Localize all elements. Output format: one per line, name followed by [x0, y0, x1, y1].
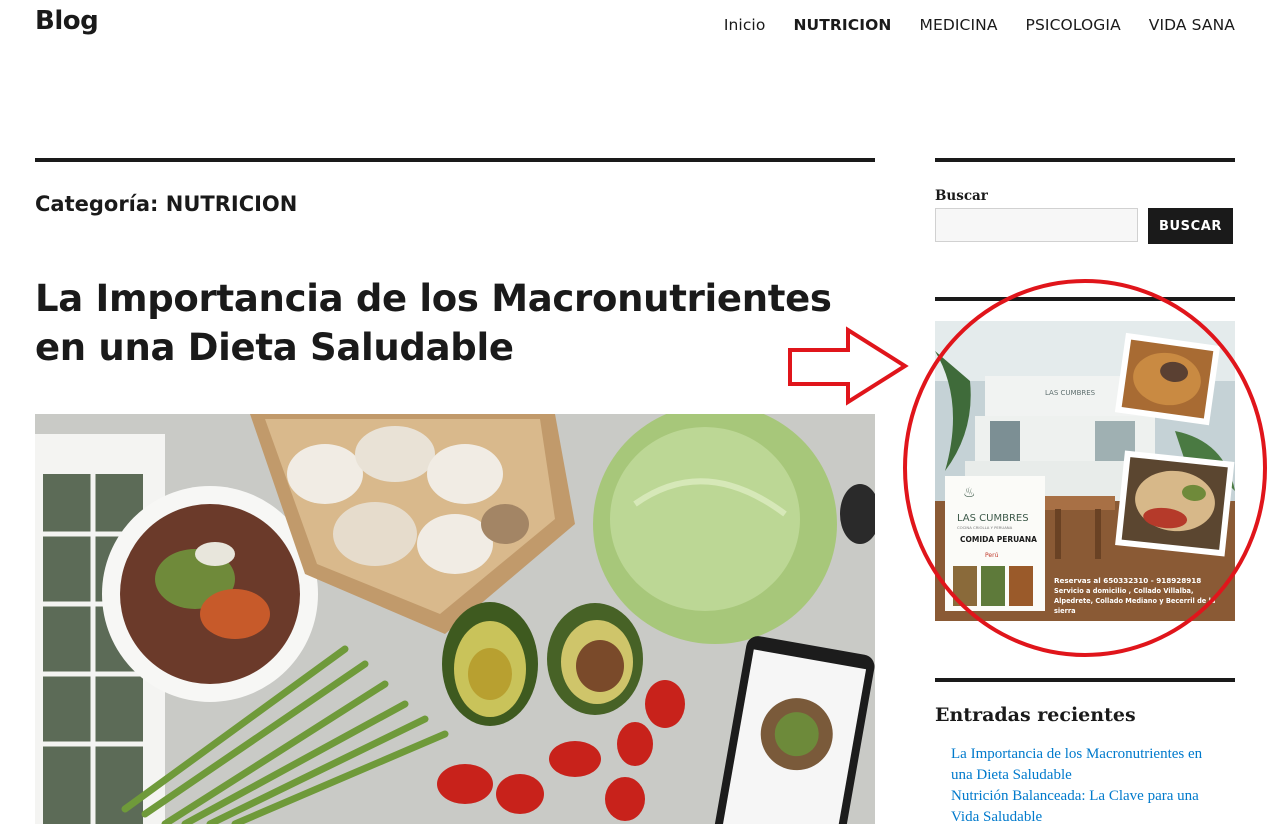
- ad-info-line-3: Alpedrete, Collado Mediano y Becerril de…: [1054, 597, 1215, 605]
- recent-post-item: La Importancia de los Macronutrientes en…: [951, 744, 1235, 786]
- ad-peru-text: Perú: [985, 552, 999, 559]
- recent-post-1-line-1[interactable]: La Importancia de los Macronutrientes en: [951, 746, 1202, 762]
- ad-info-line-4: sierra: [1054, 607, 1076, 615]
- widget-rule-recent: [935, 678, 1235, 682]
- main-content: Categoría: NUTRICION La Importancia de l…: [35, 158, 875, 824]
- site-title[interactable]: Blog: [35, 6, 99, 36]
- nav-item-vida-sana[interactable]: VIDA SANA: [1149, 16, 1235, 34]
- header-rule: [35, 158, 875, 162]
- ad-tagline-text: COMIDA PERUANA: [960, 535, 1037, 544]
- post-title-line-2[interactable]: en una Dieta Saludable: [35, 326, 514, 369]
- recent-post-link-2[interactable]: Nutrición Balanceada: La Clave para una …: [951, 788, 1199, 825]
- search-input[interactable]: [935, 208, 1138, 242]
- restaurant-ad-image[interactable]: LAS CUMBRES ♨ LAS CUMBRES COCINA CRIOLLA…: [935, 321, 1235, 621]
- nav-item-medicina[interactable]: MEDICINA: [919, 16, 997, 34]
- sidebar: Buscar BUSCAR LAS CUMBRES ♨ LAS CUMBRES …: [935, 158, 1235, 825]
- search-form: BUSCAR: [935, 208, 1235, 244]
- ad-subtag-text: COCINA CRIOLLA Y PERUANA: [957, 525, 1013, 530]
- recent-posts-widget: Entradas recientes La Importancia de los…: [935, 678, 1235, 828]
- widget-rule-ad: [935, 297, 1235, 301]
- ad-widget: LAS CUMBRES ♨ LAS CUMBRES COCINA CRIOLLA…: [935, 297, 1235, 621]
- svg-text:♨: ♨: [963, 485, 976, 501]
- recent-post-2-line-1[interactable]: Nutrición Balanceada: La Clave para una: [951, 788, 1199, 804]
- nav-item-nutricion[interactable]: NUTRICION: [793, 16, 891, 34]
- search-label: Buscar: [935, 188, 988, 204]
- recent-post-link-1[interactable]: La Importancia de los Macronutrientes en…: [951, 746, 1202, 783]
- post-title-line-1[interactable]: La Importancia de los Macronutrientes: [35, 277, 832, 320]
- recent-post-1-line-2[interactable]: una Dieta Saludable: [951, 767, 1072, 783]
- ad-info-line-2: Servicio a domicilio , Collado Villalba,: [1054, 587, 1194, 595]
- nav-item-psicologia[interactable]: PSICOLOGIA: [1026, 16, 1121, 34]
- nav-item-inicio[interactable]: Inicio: [724, 16, 766, 34]
- ad-sign-text: LAS CUMBRES: [1045, 389, 1096, 397]
- recent-posts-title: Entradas recientes: [935, 704, 1136, 726]
- featured-image[interactable]: [35, 414, 875, 824]
- ad-brand-text: LAS CUMBRES: [957, 513, 1029, 524]
- archive-title: Categoría: NUTRICION: [35, 192, 298, 216]
- main-navigation: Inicio NUTRICION MEDICINA PSICOLOGIA VID…: [724, 16, 1235, 34]
- post-title[interactable]: La Importancia de los Macronutrientes en…: [35, 274, 875, 372]
- recent-post-item: Nutrición Balanceada: La Clave para una …: [951, 786, 1235, 828]
- ad-reservas-text: Reservas al 650332310 - 918928918: [1054, 576, 1201, 585]
- widget-rule-search: [935, 158, 1235, 162]
- search-button[interactable]: BUSCAR: [1148, 208, 1233, 244]
- recent-posts-list: La Importancia de los Macronutrientes en…: [951, 744, 1235, 828]
